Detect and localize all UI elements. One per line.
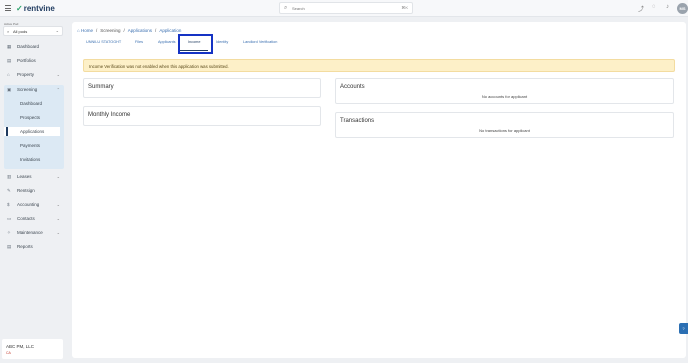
brand-name: rentvine <box>23 4 55 13</box>
reports-icon: ▤ <box>7 243 12 249</box>
tab-identity[interactable]: Identity <box>216 40 228 44</box>
avatar[interactable]: MS <box>677 3 688 14</box>
sidebar-item-maintenance[interactable]: ✧ Maintenance ⌄ <box>4 228 64 237</box>
breadcrumb-home-label: Home <box>80 28 93 33</box>
sidebar-item-property[interactable]: ⌂ Property ⌄ <box>4 70 64 79</box>
contacts-icon: ▭ <box>7 215 12 221</box>
sidebar-item-dashboard[interactable]: ▦ Dashboard <box>4 42 64 51</box>
sidebar-item-rentsign[interactable]: ✎ Rentsign <box>4 186 64 195</box>
breadcrumb-separator: / <box>95 28 98 33</box>
chevron-down-icon: ⌄ <box>56 202 60 207</box>
sidebar-item-label: Accounting <box>17 202 40 207</box>
breadcrumb-screening[interactable]: Screening <box>100 28 120 33</box>
screening-icon: ▣ <box>7 86 12 92</box>
search-icon: ⌕ <box>284 5 288 11</box>
help-icon: ? <box>682 326 685 331</box>
dashboard-icon: ▦ <box>7 43 12 49</box>
notification-icon[interactable]: ◌ <box>652 4 656 10</box>
breadcrumb: ⌂ Home / Screening / Applications / Appl… <box>77 28 181 33</box>
sidebar-item-label: Rentsign <box>17 188 35 193</box>
chevron-down-icon: ⌄ <box>56 216 60 221</box>
company-card[interactable]: ABC PM, LLC CA <box>2 339 63 359</box>
sidebar-item-label: Portfolios <box>17 58 36 63</box>
sidebar-item-label: Contacts <box>17 216 35 221</box>
search-box[interactable]: ⌕ ⌘K <box>279 2 413 14</box>
sidebar-item-label: Screening <box>17 87 38 92</box>
sidebar-item-label: Maintenance <box>17 230 43 235</box>
company-name: ABC PM, LLC <box>6 344 35 349</box>
sidebar-subitem-applications[interactable]: Applications <box>4 127 60 136</box>
sidebar-item-accounting[interactable]: $ Accounting ⌄ <box>4 200 64 209</box>
top-bar: ✓ rentvine ⌕ ⌘K ⤴ ◌ ♪ MS <box>0 0 688 17</box>
tab-applicants[interactable]: Applicants <box>158 40 176 44</box>
breadcrumb-applications[interactable]: Applications <box>128 28 152 33</box>
sidebar-subitem-prospects[interactable]: Prospects <box>4 113 60 122</box>
transactions-title: Transactions <box>340 118 375 124</box>
search-icon: ⌕ <box>7 29 10 34</box>
breadcrumb-separator: / <box>123 28 125 33</box>
main-content: ⌂ Home / Screening / Applications / Appl… <box>72 22 686 358</box>
sidebar-subitem-label: Dashboard <box>20 101 43 106</box>
property-icon: ⌂ <box>7 72 10 77</box>
sidebar-subitem-label: Payments <box>20 143 41 148</box>
sidebar-item-label: Dashboard <box>17 44 40 49</box>
accounting-icon: $ <box>7 202 10 207</box>
sidebar-item-contacts[interactable]: ▭ Contacts ⌄ <box>4 214 64 223</box>
breadcrumb-home[interactable]: ⌂ Home <box>77 28 93 33</box>
bell-icon[interactable]: ♪ <box>666 4 669 10</box>
rentvine-logo-icon: ✓ <box>16 4 23 13</box>
sidebar-item-screening[interactable]: ▣ Screening ⌃ <box>4 85 64 94</box>
sidebar-subitem-label: Invitations <box>20 157 41 162</box>
sidebar-item-label: Property <box>17 72 35 77</box>
chevron-down-icon: ⌄ <box>56 174 60 179</box>
sidebar-item-portfolios[interactable]: ▤ Portfolios <box>4 56 64 65</box>
leases-icon: ▥ <box>7 173 12 179</box>
tab-files[interactable]: Files <box>135 40 143 44</box>
breadcrumb-application[interactable]: Application <box>159 28 181 33</box>
accounts-empty-text: No accounts for applicant <box>481 94 528 99</box>
share-icon[interactable]: ⤴ <box>638 4 644 13</box>
brand-logo[interactable]: ✓ rentvine <box>16 4 55 13</box>
accounts-title: Accounts <box>340 84 365 90</box>
sidebar: Active Pod ⌕ All pods ⌄ ▦ Dashboard ▤ Po… <box>0 18 68 363</box>
sidebar-subitem-label: Prospects <box>20 115 41 120</box>
tab-landlord-verification[interactable]: Landlord Verification <box>243 40 277 44</box>
sidebar-item-leases[interactable]: ▥ Leases ⌄ <box>4 172 64 181</box>
transactions-card: Transactions No transactions for applica… <box>335 112 674 138</box>
tab-highlight-box <box>178 34 213 54</box>
breadcrumb-separator: / <box>155 28 157 33</box>
income-verification-alert: Income Verification was not enabled when… <box>83 59 675 72</box>
sidebar-subitem-invitations[interactable]: Invitations <box>4 155 60 164</box>
accounts-card: Accounts No accounts for applicant <box>335 78 674 104</box>
sidebar-subitem-label: Applications <box>20 129 45 134</box>
sidebar-subitem-dashboard[interactable]: Dashboard <box>4 99 60 108</box>
tab-bar: UNNILU STATOGHT Files Applicants Income … <box>82 38 382 51</box>
sidebar-item-label: Reports <box>17 244 33 249</box>
pod-select[interactable]: ⌕ All pods ⌄ <box>3 26 63 36</box>
screening-group: ▣ Screening ⌃ Dashboard Prospects Applic… <box>4 85 64 169</box>
summary-card: Summary <box>83 78 321 98</box>
sidebar-item-label: Leases <box>17 174 32 179</box>
menu-icon[interactable] <box>5 5 11 11</box>
search-input[interactable] <box>292 4 392 12</box>
chevron-up-icon: ⌃ <box>56 87 60 92</box>
transactions-empty-text: No transactions for applicant <box>479 128 530 133</box>
rentsign-icon: ✎ <box>7 187 11 193</box>
chevron-down-icon: ⌄ <box>55 28 59 33</box>
tab-overview[interactable]: UNNILU STATOGHT <box>86 40 121 44</box>
monthly-income-title: Monthly Income <box>88 112 131 118</box>
company-code: CA <box>6 351 11 355</box>
search-shortcut: ⌘K <box>401 5 408 10</box>
pod-select-value: All pods <box>13 29 28 34</box>
chevron-down-icon: ⌄ <box>56 230 60 235</box>
portfolio-icon: ▤ <box>7 57 12 63</box>
summary-title: Summary <box>88 84 114 90</box>
sidebar-subitem-payments[interactable]: Payments <box>4 141 60 150</box>
maintenance-icon: ✧ <box>7 229 11 235</box>
chevron-down-icon: ⌄ <box>56 72 60 77</box>
monthly-income-card: Monthly Income <box>83 106 321 126</box>
sidebar-item-reports[interactable]: ▤ Reports <box>4 242 64 251</box>
help-widget-tab[interactable]: ? <box>679 323 688 334</box>
